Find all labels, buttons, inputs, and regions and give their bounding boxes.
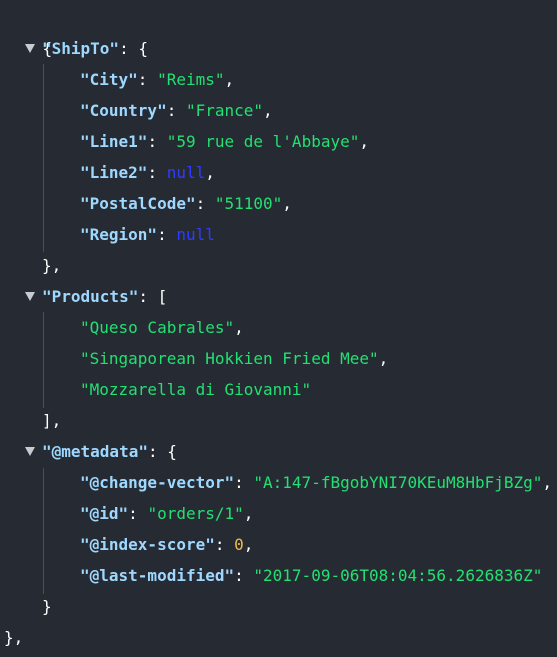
json-line-last-modified: "@last-modified": "2017-09-06T08:04:56.2… [80, 560, 542, 591]
line1-key: "Line1" [80, 132, 148, 151]
comma: , [224, 70, 235, 89]
colon: : [137, 70, 158, 89]
root-close-brace: }, [4, 628, 24, 647]
colon: : [147, 442, 168, 461]
index-score-value: 0 [234, 535, 244, 554]
metadata-open-brace: { [167, 442, 177, 461]
colon: : [166, 101, 186, 120]
city-key: "City" [80, 70, 138, 89]
comma: , [359, 132, 369, 151]
products-open-bracket: [ [157, 287, 168, 306]
indent-guide-products [43, 312, 44, 408]
shipto-open-brace: { [138, 39, 148, 58]
colon: : [147, 163, 167, 182]
country-key: "Country" [80, 101, 167, 120]
city-value: "Reims" [157, 70, 225, 89]
product-item: "Mozzarella di Giovanni" [80, 380, 312, 399]
json-line-postalcode: "PostalCode": "51100", [80, 188, 292, 219]
comma: , [282, 194, 292, 213]
colon: : [138, 287, 158, 306]
collapse-metadata-icon[interactable] [25, 447, 35, 456]
last-modified-key: "@last-modified" [80, 566, 235, 585]
comma: , [542, 473, 553, 492]
colon: : [214, 535, 235, 554]
comma: , [378, 349, 389, 368]
metadata-key: "@metadata" [42, 442, 148, 461]
json-line-change-vector: "@change-vector": "A:147-fBgobYNI70KEuM8… [80, 467, 552, 498]
collapse-products-icon[interactable] [25, 292, 35, 301]
comma: , [263, 101, 273, 120]
comma: , [234, 318, 244, 337]
change-vector-key: "@change-vector" [80, 473, 235, 492]
metadata-close-brace: } [42, 597, 52, 616]
json-line-region: "Region": null [80, 219, 215, 250]
id-value: "orders/1" [147, 504, 244, 523]
colon: : [234, 473, 254, 492]
id-key: "@id" [80, 504, 129, 523]
product-item: "Queso Cabrales" [80, 318, 235, 337]
colon: : [147, 132, 167, 151]
json-line-city: "City": "Reims", [80, 64, 234, 95]
postalcode-key: "PostalCode" [80, 194, 196, 213]
json-line-metadata-close: } [42, 591, 52, 622]
comma: , [205, 163, 215, 182]
products-key: "Products" [42, 287, 139, 306]
json-line-root-open: { [4, 2, 53, 58]
shipto-key: "ShipTo" [42, 39, 120, 58]
json-line-line2: "Line2": null, [80, 157, 215, 188]
shipto-close-brace: }, [42, 256, 62, 275]
json-line-shipto: "ShipTo": { [42, 33, 148, 64]
json-line-metadata: "@metadata": { [42, 436, 177, 467]
json-line-id: "@id": "orders/1", [80, 498, 253, 529]
indent-guide-shipto [43, 64, 44, 252]
last-modified-value: "2017-09-06T08:04:56.2626836Z" [253, 566, 543, 585]
products-close-bracket: ], [42, 411, 62, 430]
line2-key: "Line2" [80, 163, 148, 182]
json-line-product-item: "Singaporean Hokkien Fried Mee", [80, 343, 388, 374]
json-line-products: "Products": [ [42, 281, 167, 312]
region-key: "Region" [80, 225, 158, 244]
line2-value: null [166, 163, 206, 182]
json-line-product-item: "Queso Cabrales", [80, 312, 244, 343]
json-line-line1: "Line1": "59 rue de l'Abbaye", [80, 126, 369, 157]
change-vector-value: "A:147-fBgobYNI70KEuM8HbFjBZg" [253, 473, 543, 492]
colon: : [119, 39, 139, 58]
collapse-shipto-icon[interactable] [25, 44, 35, 53]
json-line-products-close: ], [42, 405, 61, 436]
region-value: null [176, 225, 215, 244]
postalcode-value: "51100" [214, 194, 283, 213]
json-line-product-item: "Mozzarella di Giovanni" [80, 374, 311, 405]
country-value: "France" [185, 101, 264, 120]
comma: , [243, 504, 254, 523]
json-line-index-score: "@index-score": 0, [80, 529, 253, 560]
colon: : [157, 225, 177, 244]
index-score-key: "@index-score" [80, 535, 215, 554]
json-viewer: { "ShipTo": { "City": "Reims", "Country"… [0, 0, 557, 657]
json-line-shipto-close: }, [42, 250, 61, 281]
colon: : [195, 194, 215, 213]
line1-value: "59 rue de l'Abbaye" [166, 132, 360, 151]
json-line-root-close: }, [4, 622, 23, 653]
json-line-country: "Country": "France", [80, 95, 273, 126]
colon: : [234, 566, 254, 585]
comma: , [243, 535, 254, 554]
indent-guide-metadata [43, 468, 44, 594]
product-item: "Singaporean Hokkien Fried Mee" [80, 349, 379, 368]
colon: : [128, 504, 148, 523]
